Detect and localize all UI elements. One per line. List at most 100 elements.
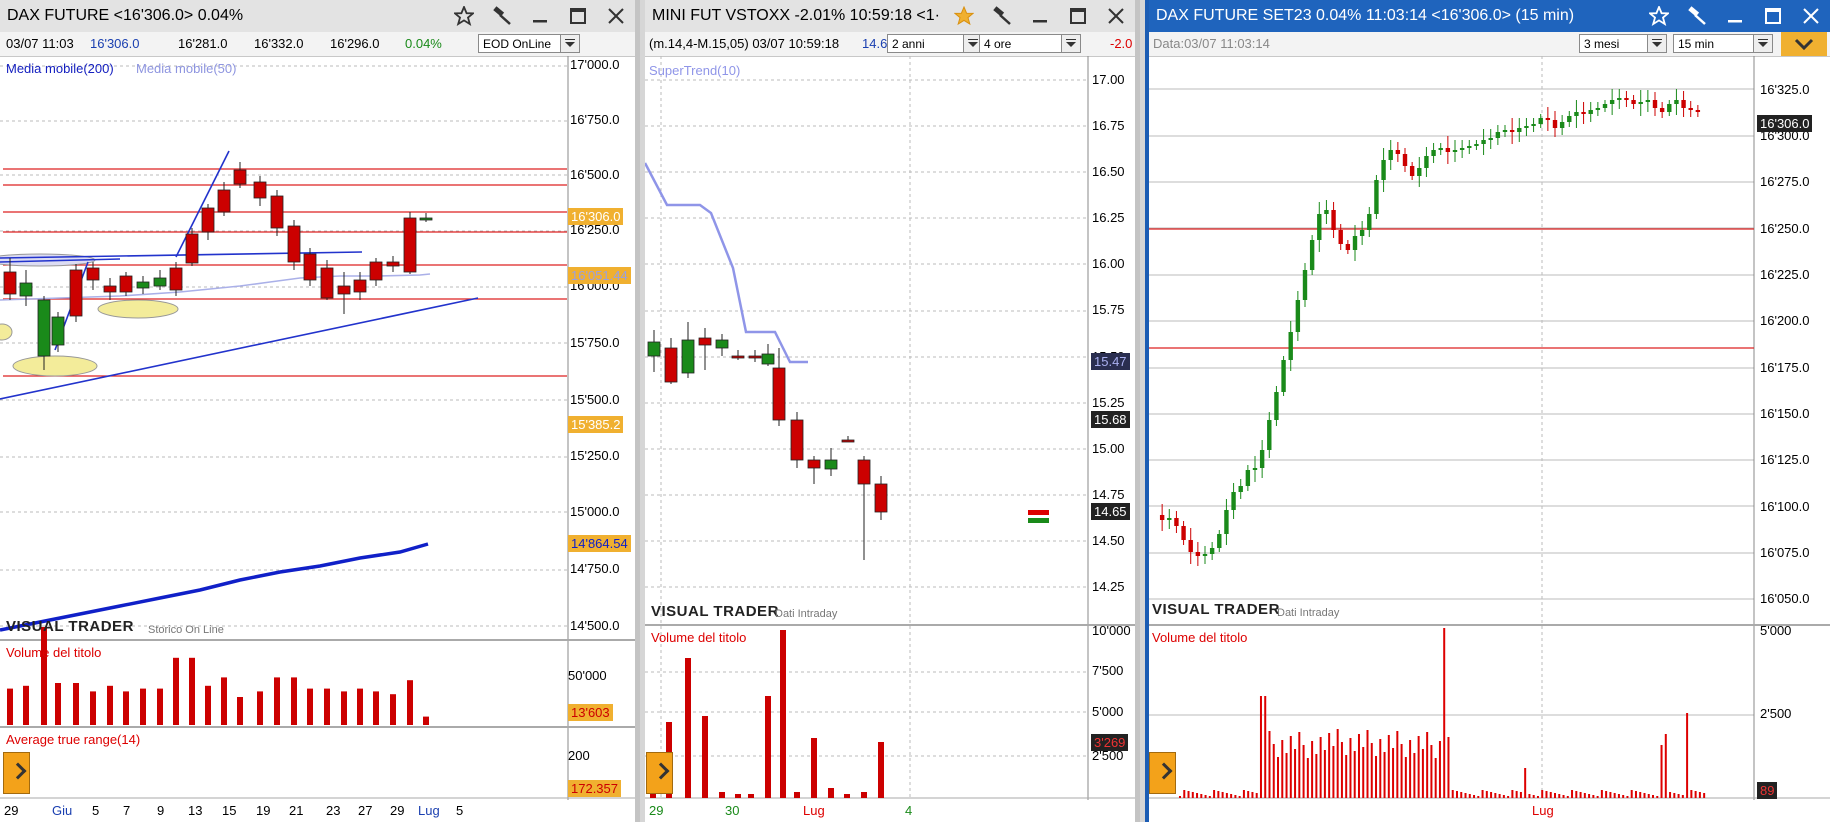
volume-bar [1502,795,1505,798]
candle-body [1524,126,1529,128]
date-tick-label: 21 [289,803,304,818]
candle-body [51,316,65,346]
volume-bar [1430,745,1433,798]
volume-bar [1579,792,1582,798]
date-tick-label: Lug [418,803,440,818]
candle-body [1624,98,1629,100]
volume-bar [702,716,708,798]
volume-bar [1409,740,1412,798]
volume-bar [1264,696,1267,798]
brand-logo: VISUAL TRADER [1152,601,1280,618]
candle-body [772,367,786,421]
volume-bar [41,627,47,725]
volume-bar [1652,795,1655,798]
volume-bar [55,683,61,725]
candle-body [1645,100,1651,102]
volume-bar [1392,748,1395,798]
volume-axis-label: 50'000 [568,668,607,683]
volume-bar [221,677,227,725]
volume-bar [1451,790,1454,798]
ma200-badge: 14'864.54 [568,535,631,552]
candle-body [1259,450,1265,468]
date-tick-label: Lug [803,803,825,818]
volume-bar [748,794,754,798]
volume-bar [390,694,396,725]
candle-body [807,459,821,469]
volume-bar [73,683,79,725]
candle-body [1352,236,1358,250]
candle-body [1331,210,1336,230]
last-price-badge: 16'306.0 [568,208,624,225]
volume-bar [1426,732,1429,798]
dax-future-intraday-window: DAX FUTURE SET23 0.04% 11:03:14 <16'306.… [1145,0,1830,822]
volume-bar [1609,792,1612,798]
volume-label: Volume del titolo [1152,630,1248,645]
volume-bar [1507,796,1510,798]
vstoxx-candlestick-chart[interactable] [645,0,1140,822]
volume-bar [1404,757,1407,798]
daily-candlestick-chart[interactable] [0,0,640,822]
volume-bar [1477,796,1480,798]
brand-subtitle: Dati Intraday [1277,607,1340,619]
play-icon[interactable] [3,752,30,794]
candle-body [1631,100,1636,104]
volume-bar [1596,796,1599,798]
volume-bar [1400,744,1403,798]
candle-body [1188,540,1193,552]
volume-bar [1281,740,1284,798]
play-icon[interactable] [646,752,673,794]
volume-bar [7,688,13,725]
volume-badge: 3'269 [1091,734,1129,751]
volume-bar [324,688,330,725]
volume-bar [274,677,280,725]
volume-bar [237,697,243,725]
volume-bar [1370,743,1373,798]
candle-body [647,341,661,357]
volume-bar [878,742,884,798]
volume-bar [189,657,195,725]
volume-bar [1230,794,1233,798]
volume-bar [1413,753,1416,798]
intraday-candlestick-chart[interactable] [1149,0,1830,822]
candle-body [1474,144,1479,146]
volume-bar [765,696,771,798]
date-tick-label: Lug [1532,803,1554,818]
axis-label: 17.00 [1092,72,1125,87]
volume-bar [1213,790,1216,798]
candle-body [1324,210,1329,214]
volume-bar [1443,628,1446,798]
volume-bar [1566,796,1569,798]
volume-bar [23,685,29,725]
volume-bar [1617,794,1620,798]
axis-label: 15'750.0 [570,335,620,350]
level-badge: 15.68 [1091,411,1130,428]
candle-body [1559,122,1565,128]
candle-body [69,269,83,317]
candle-body [1288,332,1293,360]
candle-body [1381,160,1386,180]
volume-bar [1217,791,1220,798]
date-tick-label: 19 [256,803,271,818]
candle-body [1481,140,1486,144]
volume-bar [1519,792,1522,798]
volume-bar [407,680,413,725]
volume-bar [1669,792,1672,798]
axis-label: 14.50 [1092,533,1125,548]
brand-logo: VISUAL TRADER [651,603,779,620]
legend-supertrend: SuperTrend(10) [649,63,741,78]
candle-body [1159,515,1165,520]
volume-bar [1234,795,1237,798]
volume-bar [1336,729,1339,798]
legend-ma200: Media mobile(200) [6,61,114,76]
candle-body [1488,138,1493,140]
candle-body [715,339,729,349]
volume-bar [1571,790,1574,798]
volume-bar [1387,735,1390,798]
axis-label: 14'500.0 [570,618,620,633]
volume-label: Volume del titolo [6,645,102,660]
play-icon[interactable] [1149,752,1176,794]
candle-body [1438,148,1443,150]
candle-body [1217,534,1222,548]
volume-bar [1191,792,1194,798]
candle-body [1202,554,1208,556]
